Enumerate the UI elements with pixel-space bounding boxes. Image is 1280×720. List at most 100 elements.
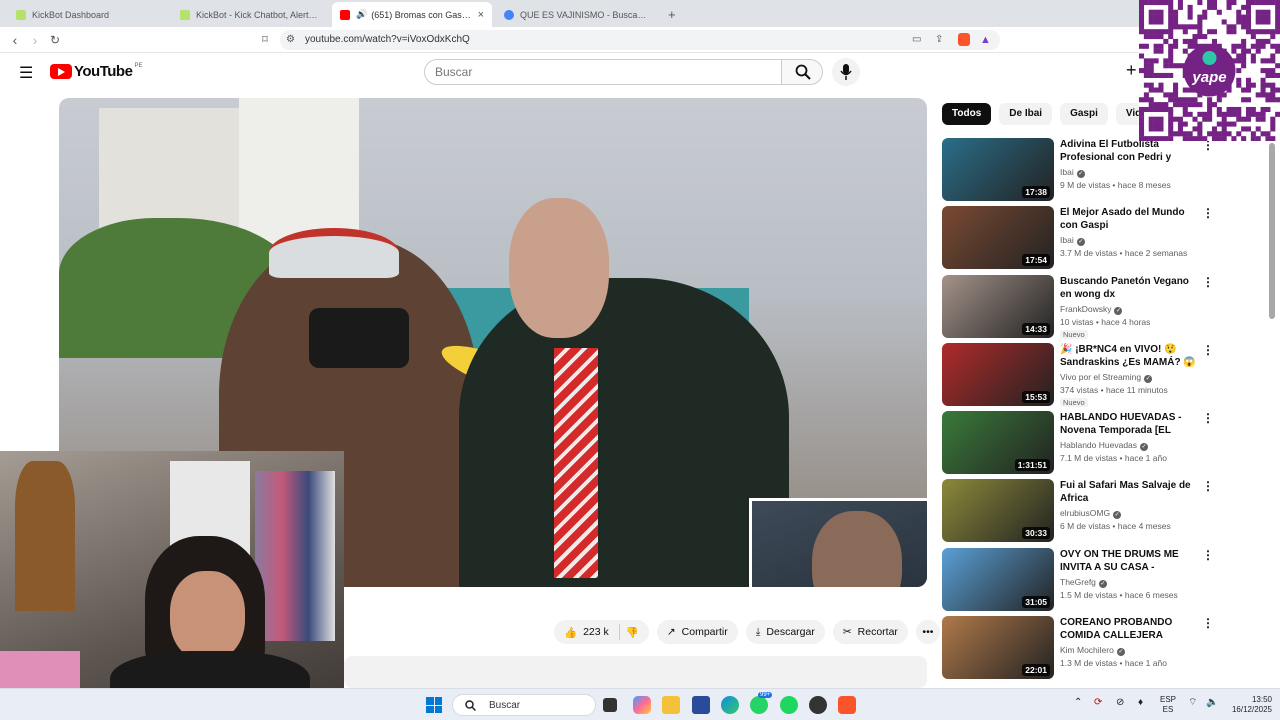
qr-module (1255, 116, 1261, 122)
more-options-icon[interactable]: ⋮ (1202, 343, 1214, 357)
network-icon[interactable]: ⊘ (1116, 698, 1124, 708)
channel-name[interactable]: Ibai ✓ (1060, 235, 1085, 247)
menu-icon[interactable]: ☰ (19, 63, 33, 83)
video-thumbnail[interactable]: 15:53 (942, 342, 1054, 406)
tab-kickbot-chatbot[interactable]: KickBot - Kick Chatbot, Alerts, TTS, C (172, 2, 328, 27)
chip-gaspi[interactable]: Gaspi (1060, 103, 1108, 125)
channel-name[interactable]: Kim Mochilero ✓ (1060, 645, 1125, 657)
video-thumbnail[interactable]: 30:33 (942, 479, 1054, 543)
search-input[interactable]: Buscar (424, 59, 782, 85)
recommendation-item[interactable]: 1:31:51 HABLANDO HUEVADAS - Novena Tempor… (942, 411, 1214, 479)
edge-icon[interactable] (721, 696, 739, 714)
chip-ibai[interactable]: De Ibai (999, 103, 1053, 125)
description-box[interactable] (344, 656, 927, 688)
new-tab-button[interactable]: + (660, 2, 680, 27)
more-options-icon[interactable]: ⋮ (1202, 616, 1214, 630)
voice-search-button[interactable] (832, 58, 860, 86)
qr-module (1255, 48, 1261, 54)
video-thumbnail[interactable]: 17:38 (942, 138, 1054, 201)
cast-icon[interactable]: ▭ (912, 30, 921, 50)
youtube-logo[interactable]: YouTube PE (50, 63, 142, 80)
recommendation-item[interactable]: 15:53 🎉 ¡BR*NC4 en VIVO! 😲 Sandraskins ¿E… (942, 342, 1214, 411)
qr-module (1158, 43, 1164, 49)
wifi-icon[interactable]: ⌔ (1188, 698, 1197, 708)
store-icon[interactable] (692, 696, 710, 714)
back-icon[interactable]: ‹ (6, 31, 24, 49)
like-button[interactable]: 👍 223 k 👎 (554, 620, 649, 644)
video-thumbnail[interactable]: 17:54 (942, 206, 1054, 270)
forward-icon[interactable]: › (26, 31, 44, 49)
obs-icon[interactable] (809, 696, 827, 714)
brave-shields-icon[interactable] (958, 33, 970, 46)
language-indicator[interactable]: ESP ES (1160, 695, 1176, 715)
recommendation-item[interactable]: 30:33 Fui al Safari Mas Salvaje de Africa… (942, 479, 1214, 547)
video-duration: 17:54 (1022, 254, 1050, 267)
video-thumbnail[interactable]: 14:33 (942, 274, 1054, 338)
channel-name[interactable]: Hablando Huevadas ✓ (1060, 440, 1149, 452)
video-title[interactable]: OVY ON THE DRUMS ME INVITA A SU CASA - T… (1060, 548, 1198, 574)
antivirus-icon[interactable]: ⟳ (1094, 698, 1102, 708)
tab-google-search[interactable]: QUE ES VAJINISMO - Buscar con Goo (496, 2, 656, 27)
video-title[interactable]: Adivina El Futbolista Profesional con Pe… (1060, 138, 1198, 164)
close-tab-icon[interactable]: × (478, 9, 484, 21)
chevron-up-icon[interactable]: ⌃ (1074, 698, 1082, 708)
scrollbar[interactable] (1269, 143, 1275, 319)
qr-module (1231, 136, 1237, 142)
more-options-icon[interactable]: ⋮ (1202, 206, 1214, 220)
share-page-icon[interactable]: ⇪ (935, 30, 943, 50)
task-view-icon[interactable] (603, 698, 617, 712)
channel-name[interactable]: TheGrefg ✓ (1060, 577, 1107, 588)
verified-icon: ✓ (1116, 648, 1125, 657)
clock[interactable]: 13:50 16/12/2025 (1226, 695, 1272, 715)
recommendation-item[interactable]: 17:38 Adivina El Futbolista Profesional c… (942, 138, 1214, 206)
more-options-icon[interactable]: ⋮ (1202, 275, 1214, 289)
video-title[interactable]: Fui al Safari Mas Salvaje de Africa (1060, 479, 1198, 505)
video-thumbnail[interactable]: 22:01 (942, 616, 1054, 680)
share-button[interactable]: ↗ Compartir (656, 620, 738, 644)
channel-name[interactable]: Ibai ✓ (1060, 167, 1085, 178)
chip-all[interactable]: Todos (942, 103, 992, 125)
address-bar[interactable]: ⚙ youtube.com/watch?v=iVoxOdxKchQ ▭ ⇪ ▲ (280, 30, 1000, 50)
video-title[interactable]: El Mejor Asado del Mundo con Gaspi (1060, 206, 1198, 232)
create-icon[interactable]: + (1126, 60, 1137, 81)
more-icon: ••• (922, 626, 934, 638)
more-options-icon[interactable]: ⋮ (1202, 479, 1214, 493)
brave-rewards-icon[interactable]: ▲ (980, 30, 991, 50)
file-explorer-icon[interactable] (662, 696, 680, 714)
channel-name[interactable]: elrubiusOMG ✓ (1060, 508, 1122, 520)
more-options-icon[interactable]: ⋮ (1202, 548, 1214, 562)
download-button[interactable]: ⤓ Descargar (745, 620, 825, 644)
bookmark-icon[interactable]: ⌑ (256, 31, 274, 49)
recommendation-item[interactable]: 14:33 Buscando Panetón Vegano en wong dx F… (942, 274, 1214, 343)
tab-youtube-video[interactable]: 🔊 (651) Bromas con Gaspi en Pe × (332, 2, 492, 27)
whatsapp-icon[interactable] (750, 696, 768, 714)
channel-name[interactable]: FrankDowsky ✓ (1060, 304, 1123, 315)
spotify-icon[interactable] (780, 696, 798, 714)
video-face-mask (309, 308, 409, 368)
more-options-icon[interactable]: ⋮ (1202, 411, 1214, 425)
recommendation-item[interactable]: 31:05 OVY ON THE DRUMS ME INVITA A SU CAS… (942, 547, 1214, 616)
channel-name[interactable]: Vivo por el Streaming ✓ (1060, 372, 1153, 383)
windows-start-icon[interactable] (426, 697, 442, 713)
search-button[interactable] (781, 59, 823, 85)
tab-kickbot-dashboard[interactable]: KickBot Dashboard (8, 2, 168, 27)
qr-module (1143, 97, 1149, 103)
microphone-icon[interactable]: ♦ (1138, 698, 1143, 708)
thumbs-down-icon[interactable]: 👎 (626, 626, 639, 639)
brave-icon[interactable] (838, 696, 856, 714)
site-info-icon[interactable]: ⚙ (286, 30, 295, 50)
more-actions-button[interactable]: ••• (915, 620, 940, 644)
clip-button[interactable]: ✂ Recortar (832, 620, 908, 644)
reload-icon[interactable]: ↻ (46, 31, 64, 49)
recommendation-item[interactable]: 17:54 El Mejor Asado del Mundo con Gaspi I… (942, 206, 1214, 274)
recommendation-item[interactable]: 22:01 COREANO PROBANDO COMIDA CALLEJERA P… (942, 616, 1214, 684)
taskbar-search[interactable]: Buscar (452, 694, 596, 716)
video-title[interactable]: Buscando Panetón Vegano en wong dx (1060, 275, 1198, 301)
video-thumbnail[interactable]: 1:31:51 (942, 411, 1054, 475)
video-thumbnail[interactable]: 31:05 (942, 547, 1054, 611)
copilot-icon[interactable] (633, 696, 651, 714)
video-title[interactable]: COREANO PROBANDO COMIDA CALLEJERA PERUAN… (1060, 616, 1198, 642)
video-title[interactable]: 🎉 ¡BR*NC4 en VIVO! 😲 Sandraskins ¿Es MAM… (1060, 343, 1198, 369)
video-title[interactable]: HABLANDO HUEVADAS - Novena Temporada [EL… (1060, 411, 1198, 437)
volume-icon[interactable]: 🔈 (1206, 698, 1218, 708)
